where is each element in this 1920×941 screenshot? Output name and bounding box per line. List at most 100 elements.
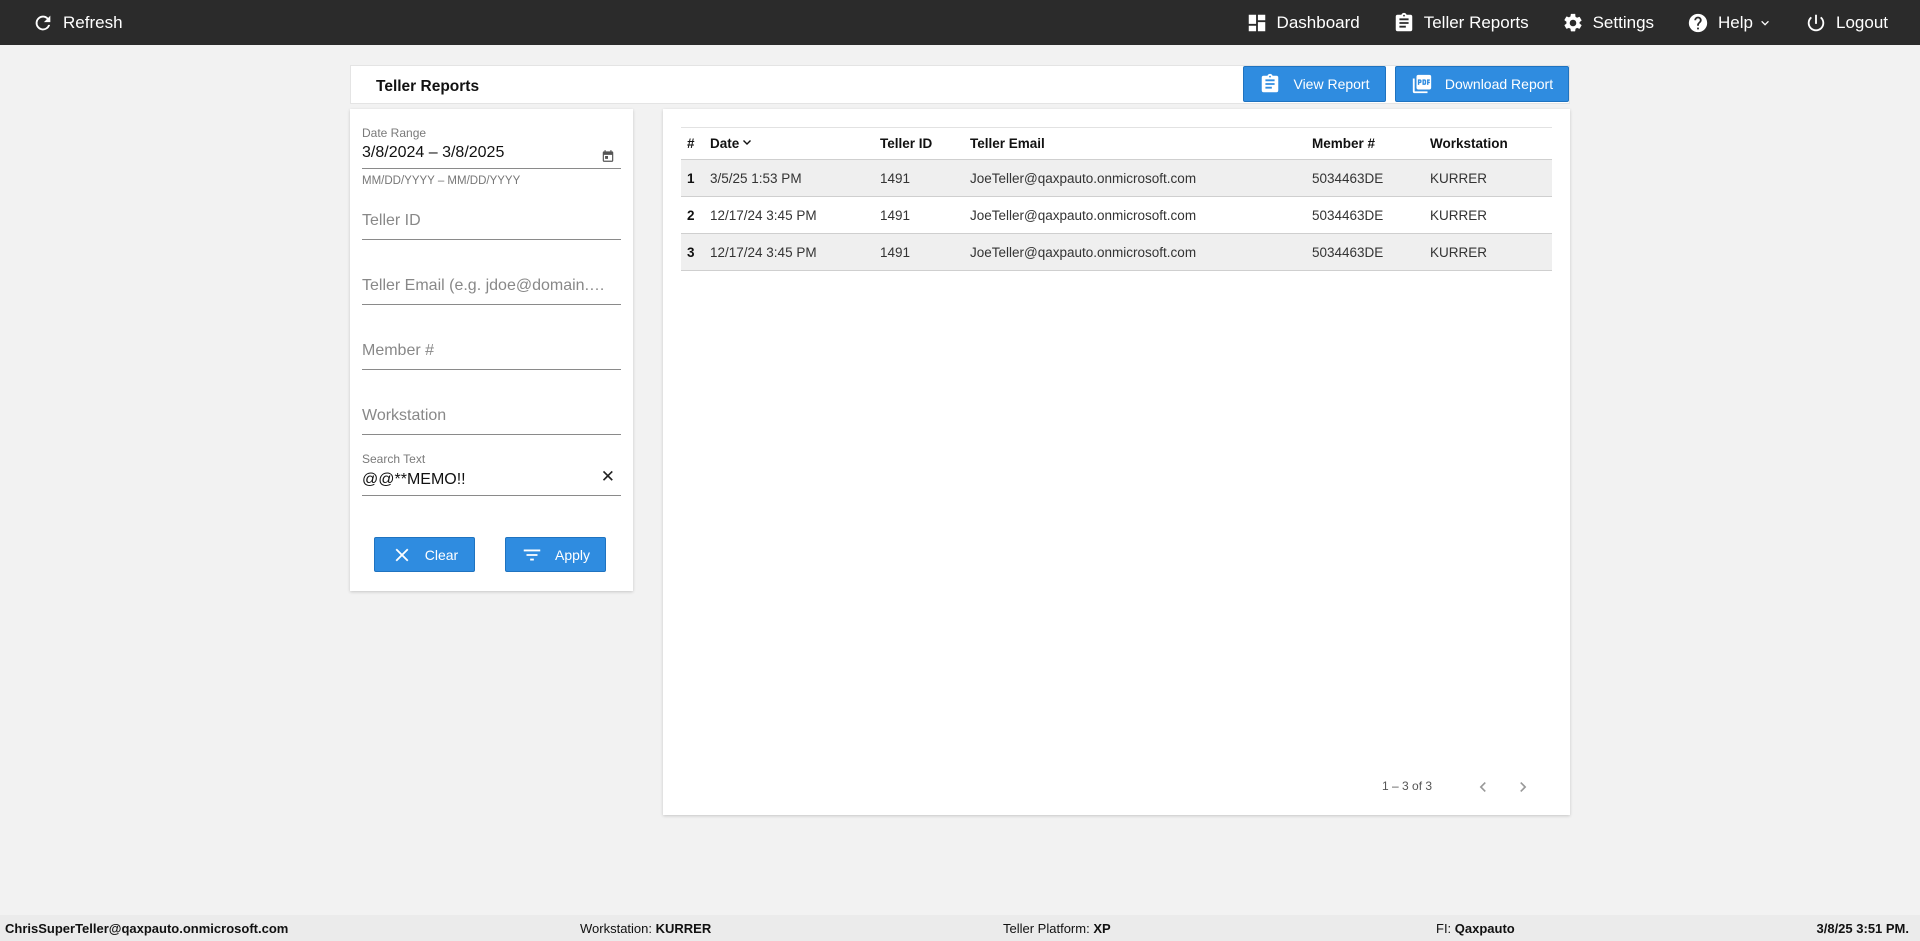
member-underline [362,369,621,370]
teller-id-field[interactable]: Teller ID [362,212,621,246]
gear-icon [1564,13,1582,31]
table-row[interactable]: 2 12/17/24 3:45 PM 1491 JoeTeller@qaxpau… [681,196,1552,234]
nav-teller-reports[interactable]: Teller Reports [1393,0,1529,45]
table-row[interactable]: 3 12/17/24 3:45 PM 1491 JoeTeller@qaxpau… [681,233,1552,271]
clear-label: Clear [424,546,459,563]
download-report-label: Download Report [1444,76,1554,92]
next-page-button[interactable] [1513,777,1533,797]
refresh-label: Refresh [63,12,123,32]
dashboard-icon [1248,14,1265,31]
member-input[interactable]: Member # [362,342,612,360]
nav-settings-label: Settings [1592,12,1655,32]
pagination-range: 1 – 3 of 3 [1382,779,1433,793]
row-member: 5034463DE [1306,233,1424,271]
date-range-underline [362,168,621,169]
workstation-field[interactable]: Workstation [362,407,621,441]
download-report-button[interactable]: Download Report [1395,66,1569,102]
row-member: 5034463DE [1306,159,1424,197]
refresh-icon [35,15,51,30]
row-number: 3 [681,233,704,271]
row-number: 1 [681,159,704,197]
date-range-input[interactable]: 3/8/2024 – 3/8/2025 [362,144,621,162]
row-teller-id: 1491 [874,159,964,197]
teller-email-field[interactable]: Teller Email (e.g. jdoe@domain.com) [362,277,621,311]
row-email: JoeTeller@qaxpauto.onmicrosoft.com [964,233,1306,271]
row-email: JoeTeller@qaxpauto.onmicrosoft.com [964,159,1306,197]
row-teller-id: 1491 [874,233,964,271]
teller-id-underline [362,239,621,240]
col-header-teller-email[interactable]: Teller Email [964,127,1306,160]
nav-dashboard-label: Dashboard [1276,12,1360,32]
status-fi-label: FI: [1436,921,1455,936]
col-header-date-label: Date [710,136,740,151]
nav-logout[interactable]: Logout [1805,0,1888,45]
power-icon [1807,14,1825,31]
status-workstation-label: Workstation: [580,921,656,936]
status-datetime: 3/8/25 3:51 PM. [1816,921,1910,936]
col-header-member[interactable]: Member # [1306,127,1424,160]
row-member: 5034463DE [1306,196,1424,234]
page-title: Teller Reports [376,78,480,95]
sort-desc-icon [743,140,752,145]
status-fi: FI: Qaxpauto [1436,921,1515,936]
teller-email-underline [362,304,621,305]
row-date: 12/17/24 3:45 PM [704,196,874,234]
table-header-row: # Date Teller ID Teller Email Member # W… [681,127,1552,160]
table-row[interactable]: 1 3/5/25 1:53 PM 1491 JoeTeller@qaxpauto… [681,159,1552,197]
view-report-button[interactable]: View Report [1243,66,1386,102]
status-platform-label: Teller Platform: [1003,921,1094,936]
apply-button[interactable]: Apply [505,537,606,572]
chevron-left-icon [1479,782,1486,792]
row-teller-id: 1491 [874,196,964,234]
row-workstation: KURRER [1424,233,1552,271]
help-icon [1688,13,1708,32]
workstation-underline [362,434,621,435]
nav-dashboard[interactable]: Dashboard [1246,0,1360,45]
close-icon [395,548,409,561]
search-text-label: Search Text [362,452,426,466]
view-report-label: View Report [1293,76,1370,92]
status-user: ChrisSuperTeller@qaxpauto.onmicrosoft.co… [5,921,289,936]
col-header-teller-id[interactable]: Teller ID [874,127,964,160]
refresh-button[interactable]: Refresh [32,0,123,45]
calendar-icon[interactable] [601,149,615,163]
status-workstation-value: KURRER [655,921,712,936]
nav-logout-label: Logout [1836,12,1888,32]
nav-help[interactable]: Help [1687,0,1772,45]
filter-icon [523,549,541,560]
chevron-down-icon [1761,20,1769,26]
filter-panel: Date Range 3/8/2024 – 3/8/2025 MM/DD/YYY… [350,109,633,591]
chevron-right-icon [1520,782,1527,792]
status-fi-value: Qaxpauto [1454,921,1515,936]
row-email: JoeTeller@qaxpauto.onmicrosoft.com [964,196,1306,234]
search-text-underline [362,495,621,496]
results-panel: # Date Teller ID Teller Email Member # W… [663,109,1570,815]
clipboard-icon [1395,12,1412,31]
nav-help-label: Help [1718,12,1753,32]
nav-teller-reports-label: Teller Reports [1423,12,1529,32]
clipboard-icon [1262,73,1279,93]
row-number: 2 [681,196,704,234]
col-header-number: # [681,127,704,160]
results-table: # Date Teller ID Teller Email Member # W… [681,127,1552,271]
teller-email-input[interactable]: Teller Email (e.g. jdoe@domain.com) [362,277,612,295]
clear-button[interactable]: Clear [374,537,475,572]
previous-page-button[interactable] [1473,777,1493,797]
date-range-field[interactable]: Date Range 3/8/2024 – 3/8/2025 MM/DD/YYY… [362,126,621,196]
workstation-input[interactable]: Workstation [362,407,612,425]
col-header-date[interactable]: Date [704,127,874,160]
date-range-label: Date Range [362,126,427,140]
search-text-input[interactable]: @@**MEMO!! [362,471,621,489]
row-date: 12/17/24 3:45 PM [704,233,874,271]
nav-settings[interactable]: Settings [1562,0,1654,45]
member-field[interactable]: Member # [362,342,621,376]
row-workstation: KURRER [1424,196,1552,234]
search-text-field[interactable]: Search Text @@**MEMO!! ✕ [362,452,621,502]
teller-id-input[interactable]: Teller ID [362,212,612,230]
date-range-hint: MM/DD/YYYY – MM/DD/YYYY [362,175,521,187]
clear-search-icon[interactable]: ✕ [601,467,615,487]
status-platform: Teller Platform: XP [1003,921,1111,936]
col-header-workstation[interactable]: Workstation [1424,127,1552,160]
status-platform-value: XP [1093,921,1111,936]
status-bar: ChrisSuperTeller@qaxpauto.onmicrosoft.co… [0,915,1920,941]
